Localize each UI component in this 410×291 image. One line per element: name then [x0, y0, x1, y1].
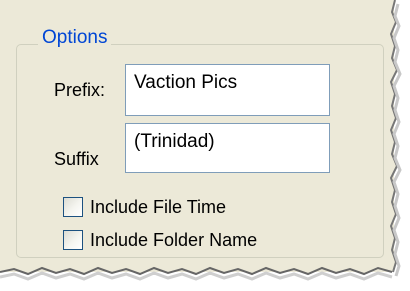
torn-edge-right	[386, 0, 402, 277]
include-file-time-label[interactable]: Include File Time	[90, 196, 226, 218]
include-file-time-checkbox[interactable]	[63, 197, 83, 217]
options-group-title: Options	[38, 26, 112, 50]
torn-edge-bottom	[0, 262, 393, 281]
prefix-label: Prefix:	[54, 80, 106, 100]
include-folder-name-checkbox[interactable]	[63, 230, 83, 250]
suffix-label: Suffix	[54, 149, 99, 169]
prefix-input[interactable]: Vaction Pics	[125, 64, 330, 116]
suffix-input[interactable]: (Trinidad)	[125, 123, 330, 173]
include-folder-name-label[interactable]: Include Folder Name	[90, 229, 257, 251]
